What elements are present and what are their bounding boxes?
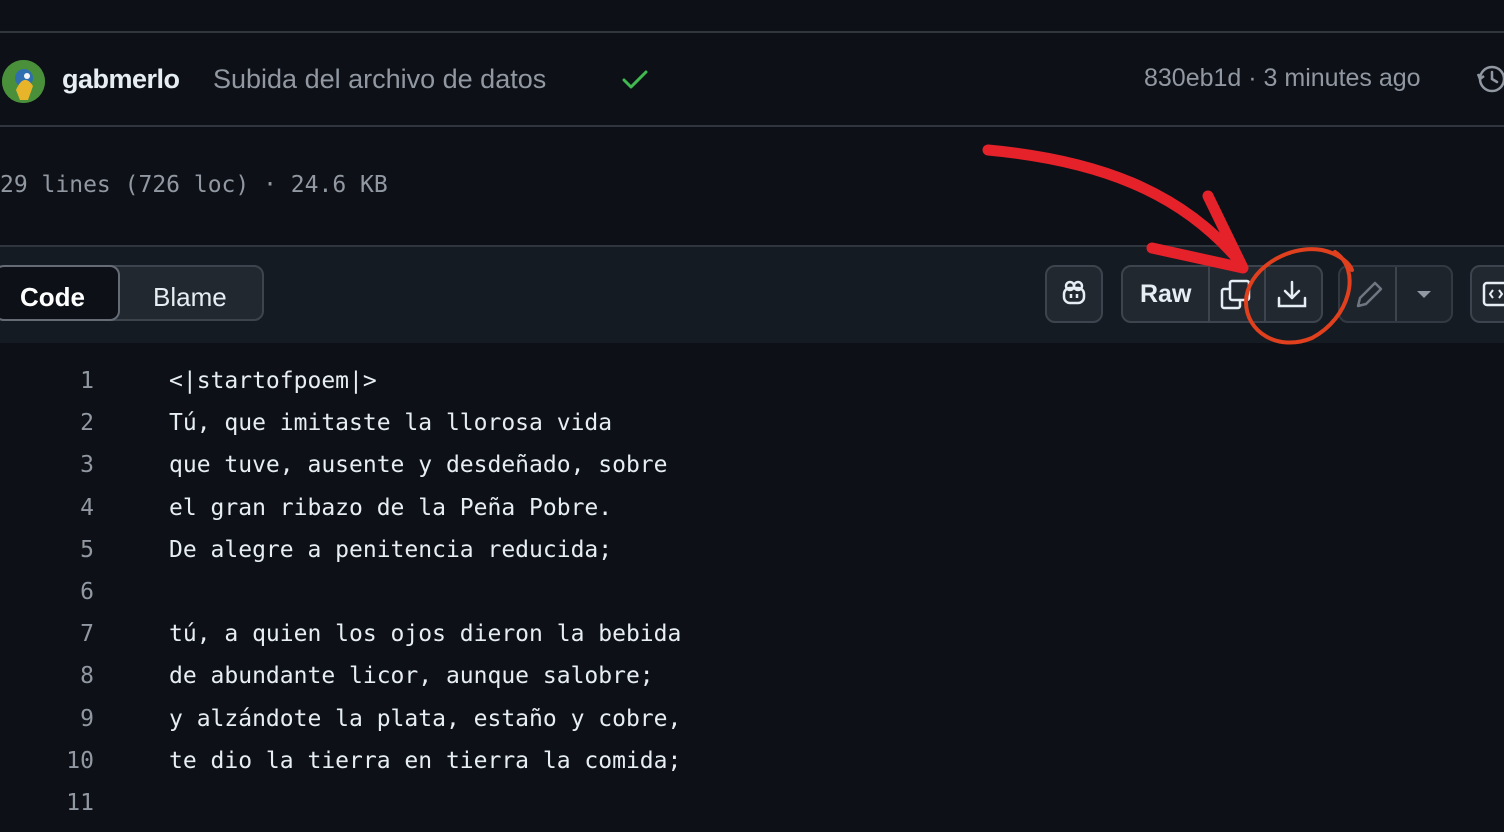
chevron-down-icon[interactable] [1413, 284, 1435, 309]
commit-author[interactable]: gabmerlo [62, 64, 180, 95]
divider [1395, 267, 1397, 321]
check-icon[interactable] [620, 64, 650, 99]
line-number[interactable]: 2 [80, 410, 94, 436]
top-bar [0, 0, 1504, 33]
code-view-button[interactable] [1470, 265, 1504, 323]
copy-icon[interactable] [1219, 278, 1253, 317]
code-line: 9 y alzándote la plata, estaño y cobre, [0, 706, 1504, 748]
code-line: 1 <|startofpoem|> [0, 368, 1504, 410]
line-text: tú, a quien los ojos dieron la bebida [169, 621, 682, 648]
tab-blame[interactable]: Blame [153, 282, 227, 313]
line-text: <|startofpoem|> [169, 368, 377, 394]
commit-message[interactable]: Subida del archivo de datos [213, 64, 546, 95]
line-number[interactable]: 8 [80, 663, 94, 689]
line-number[interactable]: 11 [66, 790, 94, 816]
line-number[interactable]: 7 [80, 621, 94, 647]
line-number[interactable]: 3 [80, 452, 94, 478]
pencil-icon[interactable] [1352, 278, 1386, 317]
line-text: y alzándote la plata, estaño y cobre, [169, 705, 682, 732]
line-text: de abundante licor, aunque salobre; [169, 663, 654, 690]
line-text: te dio la tierra en tierra la comida; [169, 747, 682, 774]
line-number[interactable]: 4 [80, 495, 94, 521]
tab-code-label[interactable]: Code [20, 282, 85, 313]
line-text: que tuve, ausente y desdeñado, sobre [169, 452, 668, 479]
code-line: 10 te dio la tierra en tierra la comida; [0, 748, 1504, 790]
divider [1208, 267, 1210, 321]
avatar[interactable] [2, 60, 45, 103]
download-icon[interactable] [1275, 278, 1309, 317]
history-icon[interactable] [1474, 62, 1504, 101]
code-line: 7 tú, a quien los ojos dieron la bebida [0, 621, 1504, 663]
code-view-icon [1482, 279, 1504, 314]
code-line: 4 el gran ribazo de la Peña Pobre. [0, 495, 1504, 537]
line-text: Tú, que imitaste la llorosa vida [169, 410, 613, 437]
copilot-button[interactable] [1045, 265, 1103, 323]
code-line: 5 De alegre a penitencia reducida; [0, 537, 1504, 579]
line-number[interactable]: 9 [80, 706, 94, 732]
raw-button[interactable]: Raw [1140, 280, 1191, 309]
file-stats: 29 lines (726 loc) · 24.6 KB [0, 172, 388, 198]
copilot-icon [1059, 279, 1089, 314]
divider [1264, 267, 1266, 321]
code-line: 3 que tuve, ausente y desdeñado, sobre [0, 452, 1504, 494]
line-text: De alegre a penitencia reducida; [169, 536, 613, 563]
code-line: 6 [0, 579, 1504, 621]
line-number[interactable]: 5 [80, 537, 94, 563]
line-number[interactable]: 1 [80, 368, 94, 394]
line-text: el gran ribazo de la Peña Pobre. [169, 494, 613, 521]
line-number[interactable]: 10 [66, 748, 94, 774]
code-line: 11 [0, 790, 1504, 832]
commit-meta[interactable]: 830eb1d · 3 minutes ago [1144, 64, 1421, 93]
code-line: 2 Tú, que imitaste la llorosa vida [0, 410, 1504, 452]
line-number[interactable]: 6 [80, 579, 94, 605]
code-line: 8 de abundante licor, aunque salobre; [0, 663, 1504, 705]
